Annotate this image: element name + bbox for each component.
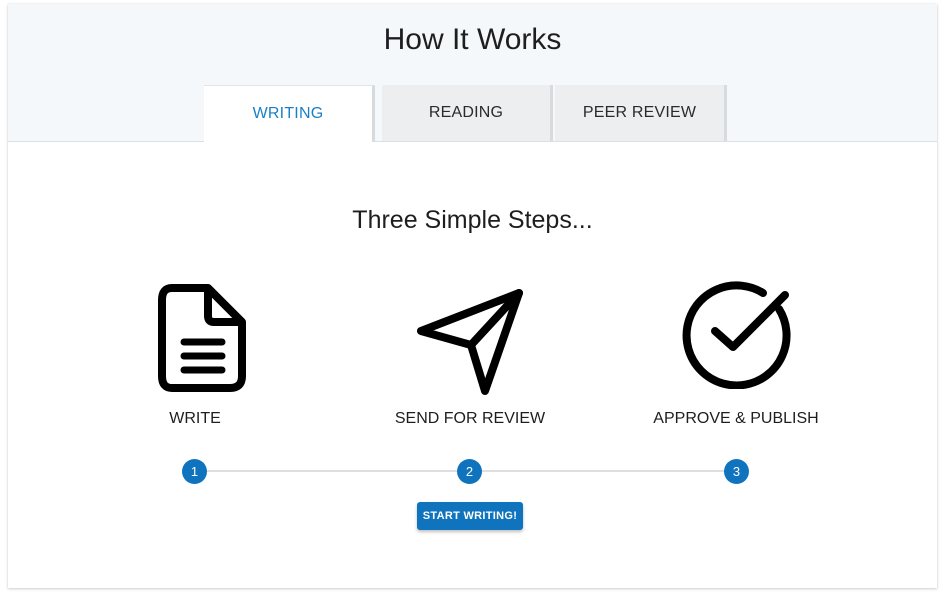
step-label-write: WRITE bbox=[169, 410, 221, 427]
how-it-works-card: How It Works WRITING READING PEER REVIEW… bbox=[8, 4, 937, 588]
step-number-3: 3 bbox=[724, 459, 749, 484]
step-number-2: 2 bbox=[457, 459, 482, 484]
start-writing-button[interactable]: START WRITING! bbox=[417, 502, 523, 530]
step-label-approve-publish: APPROVE & PUBLISH bbox=[653, 410, 819, 427]
page-title: How It Works bbox=[383, 23, 562, 56]
step-label-send-for-review: SEND FOR REVIEW bbox=[394, 410, 546, 427]
tab-reading[interactable]: READING bbox=[382, 85, 553, 141]
steps-heading: Three Simple Steps... bbox=[352, 206, 593, 234]
tab-label: READING bbox=[428, 104, 504, 121]
tab-peer-review[interactable]: PEER REVIEW bbox=[555, 85, 727, 141]
tab-label: WRITING bbox=[252, 105, 324, 122]
header: How It Works WRITING READING PEER REVIEW bbox=[8, 4, 937, 142]
document-icon bbox=[158, 284, 246, 397]
tab-label: PEER REVIEW bbox=[582, 104, 697, 121]
check-circle-icon bbox=[681, 279, 793, 394]
paper-plane-icon bbox=[415, 287, 525, 402]
tab-writing[interactable]: WRITING bbox=[204, 85, 375, 142]
step-number-1: 1 bbox=[182, 459, 207, 484]
